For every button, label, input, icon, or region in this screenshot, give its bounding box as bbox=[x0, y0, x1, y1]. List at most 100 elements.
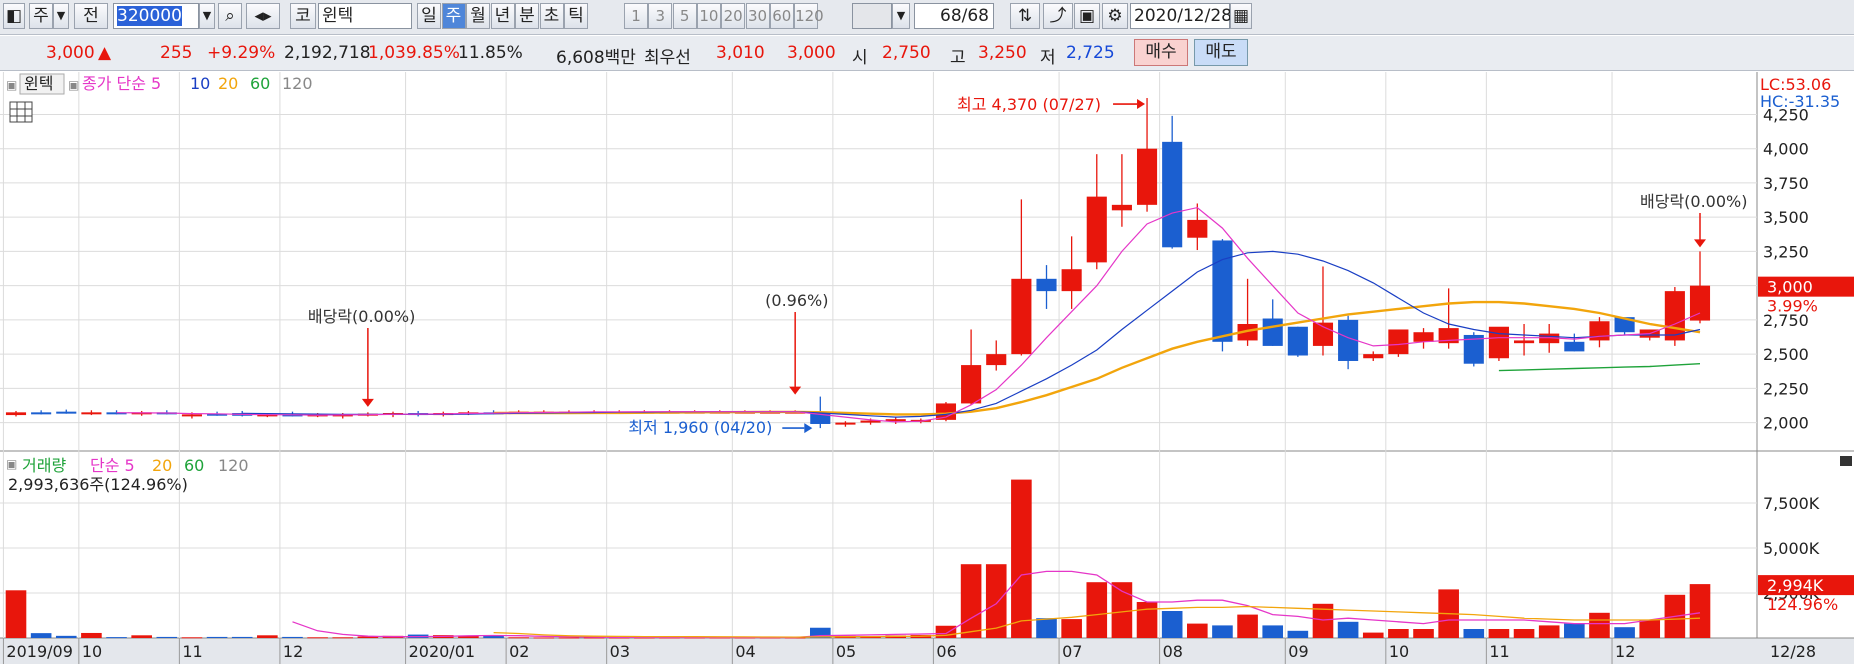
time-tick-label: 10 bbox=[82, 642, 102, 661]
price-tick-label: 2,000 bbox=[1763, 414, 1809, 433]
code-input[interactable]: 320000 bbox=[113, 3, 199, 29]
candle-body bbox=[5, 412, 27, 416]
indicator-icon[interactable]: ⤴ bbox=[1043, 3, 1073, 29]
candle-body bbox=[1564, 341, 1585, 352]
period-tab-6[interactable]: 틱 bbox=[564, 3, 588, 29]
up-arrow-icon: ▲ bbox=[98, 43, 112, 63]
prev-button[interactable]: 전 bbox=[74, 3, 108, 29]
time-tick-label: 11 bbox=[1489, 642, 1509, 661]
time-tick-label: 12 bbox=[283, 642, 303, 661]
volume-legend-item: 120 bbox=[218, 456, 249, 475]
volume-value: 2,192,718 bbox=[284, 43, 371, 63]
volume-bar bbox=[106, 637, 127, 639]
market-select[interactable]: 주 bbox=[29, 3, 53, 29]
period-tab-5[interactable]: 초 bbox=[539, 3, 564, 29]
market-dropdown-icon[interactable]: ▼ bbox=[53, 3, 69, 29]
time-tick-label: 2020/01 bbox=[409, 642, 475, 661]
candle-body bbox=[1187, 219, 1208, 238]
time-tick-label: 02 bbox=[509, 642, 529, 661]
low-annotation: 최저 1,960 (04/20) bbox=[628, 418, 772, 437]
volume-bar bbox=[257, 635, 278, 638]
candle-body bbox=[1011, 278, 1032, 355]
legend-item: 60 bbox=[250, 74, 270, 93]
low-label: 저 bbox=[1040, 48, 1056, 68]
candle-body bbox=[1287, 326, 1308, 356]
open-label: 시 bbox=[852, 48, 868, 68]
interval-custom-field[interactable] bbox=[852, 3, 892, 29]
period-tab-3[interactable]: 년 bbox=[490, 3, 515, 29]
volume-bar bbox=[131, 635, 152, 638]
time-tick-label: 09 bbox=[1288, 642, 1308, 661]
best-ask: 3,010 bbox=[716, 43, 765, 63]
stock-chart[interactable]: 2,0002,2502,5002,7503,0003,2503,5003,750… bbox=[0, 72, 1854, 664]
volume-bar bbox=[1513, 629, 1535, 638]
dividend-annotation-2: (0.96%) bbox=[765, 291, 828, 310]
candle-body bbox=[1388, 329, 1409, 355]
panel-toggle-icon[interactable]: ◧ bbox=[3, 3, 25, 29]
legend-item: 10 bbox=[190, 74, 210, 93]
interval-tab-1[interactable]: 1 bbox=[624, 3, 648, 29]
sell-button[interactable]: 매도 bbox=[1194, 39, 1248, 66]
volume-bar bbox=[1262, 625, 1284, 638]
candle-body bbox=[81, 412, 102, 415]
source-button[interactable]: 코 bbox=[290, 3, 316, 29]
interval-tab-60[interactable]: 60 bbox=[769, 3, 794, 29]
toolbar: ◧ 주 ▼ 전 320000 ▼ ⌕ ◂▸ 코 윈텍 ▼ 68/68 ⇅ ⤴ ▣… bbox=[0, 0, 1854, 35]
low-value: 2,725 bbox=[1066, 43, 1115, 63]
time-tick-label: 03 bbox=[610, 642, 630, 661]
volume-bar bbox=[1086, 582, 1108, 638]
time-tick-label: 05 bbox=[836, 642, 856, 661]
code-value: 320000 bbox=[117, 6, 182, 26]
stock-name-field[interactable]: 윈텍 bbox=[318, 3, 412, 29]
count-input[interactable]: 68/68 bbox=[914, 3, 994, 29]
volume-bar bbox=[81, 632, 102, 638]
last-pct-tag: 3.99% bbox=[1767, 297, 1818, 316]
high-annotation: 최고 4,370 (07/27) bbox=[957, 95, 1101, 114]
interval-tab-120[interactable]: 120 bbox=[794, 3, 824, 29]
buy-button[interactable]: 매수 bbox=[1134, 39, 1188, 66]
current-price: 3,000 bbox=[46, 43, 95, 63]
candle-body bbox=[56, 411, 77, 414]
speaker-icon[interactable]: ◂▸ bbox=[246, 3, 280, 29]
time-tick-label: 06 bbox=[936, 642, 956, 661]
volume-bar bbox=[1362, 632, 1384, 638]
candle-body bbox=[1514, 340, 1535, 344]
chart-type-icon[interactable]: ⇅ bbox=[1010, 3, 1040, 29]
hc-label: HC:-31.35 bbox=[1760, 92, 1840, 111]
period-tab-1[interactable]: 주 bbox=[441, 3, 466, 29]
best-label: 최우선 bbox=[644, 48, 691, 68]
period-tab-0[interactable]: 일 bbox=[417, 3, 441, 29]
volume-bar bbox=[332, 637, 354, 639]
calendar-icon[interactable]: ▦ bbox=[1230, 3, 1252, 29]
price-tick-label: 3,750 bbox=[1763, 174, 1809, 193]
count-total: /68 bbox=[961, 6, 989, 26]
x-axis-area bbox=[0, 638, 1854, 664]
legend-name: 윈텍 bbox=[24, 74, 53, 93]
volume-bar bbox=[1337, 621, 1359, 638]
period-tab-4[interactable]: 분 bbox=[515, 3, 539, 29]
interval-tab-10[interactable]: 10 bbox=[696, 3, 721, 29]
save-icon[interactable]: ▣ bbox=[1074, 3, 1100, 29]
count-value: 68 bbox=[940, 6, 962, 26]
interval-tab-3[interactable]: 3 bbox=[648, 3, 673, 29]
candle-body bbox=[1111, 204, 1132, 211]
volume-bar bbox=[533, 637, 555, 639]
price-tick-label: 2,250 bbox=[1763, 379, 1809, 398]
volume-bar bbox=[1212, 625, 1233, 638]
legend-square-icon: ▣ bbox=[6, 78, 17, 92]
time-tick-label: 08 bbox=[1163, 642, 1183, 661]
period-tab-2[interactable]: 월 bbox=[466, 3, 490, 29]
high-value: 3,250 bbox=[978, 43, 1027, 63]
interval-dropdown-icon[interactable]: ▼ bbox=[892, 3, 910, 29]
volume-tick-label: 7,500K bbox=[1763, 494, 1820, 513]
interval-tab-30[interactable]: 30 bbox=[745, 3, 770, 29]
volume-legend-name: 거래량 bbox=[22, 456, 66, 475]
candle-body bbox=[1488, 326, 1509, 359]
search-icon[interactable]: ⌕ bbox=[218, 3, 242, 29]
interval-tab-20[interactable]: 20 bbox=[721, 3, 746, 29]
volume-bar bbox=[1413, 629, 1434, 638]
date-input[interactable]: 2020/12/28 bbox=[1130, 3, 1232, 29]
code-dropdown-icon[interactable]: ▼ bbox=[199, 3, 215, 29]
interval-tab-5[interactable]: 5 bbox=[672, 3, 697, 29]
gear-icon[interactable]: ⚙ bbox=[1102, 3, 1128, 29]
